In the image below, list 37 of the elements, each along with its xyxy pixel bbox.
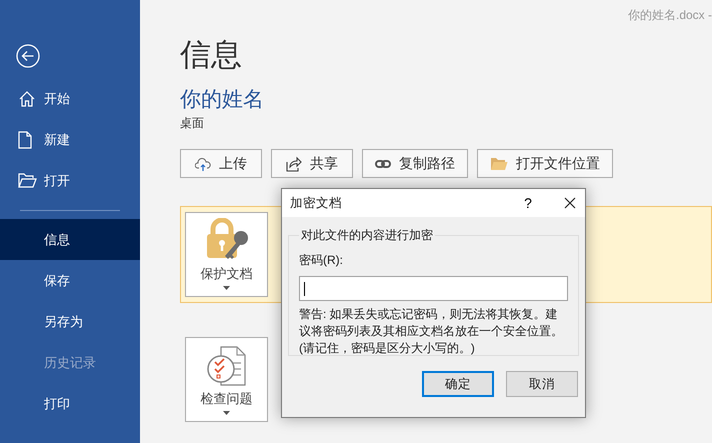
checklist-icon [204, 345, 248, 387]
home-icon [18, 90, 36, 108]
action-button[interactable]: 打开文件位置 [477, 149, 613, 178]
dropdown-button[interactable]: 检查问题 [185, 337, 268, 422]
sidebar-item[interactable]: 信息 [0, 219, 140, 260]
action-button[interactable]: 上传 [180, 149, 262, 178]
sidebar-item[interactable]: 打印 [0, 383, 140, 424]
sidebar-item[interactable]: 另存为 [0, 301, 140, 342]
dialog-title: 加密文档 [290, 194, 343, 212]
folder-icon [490, 156, 508, 170]
password-label: 密码(R): [299, 252, 343, 269]
sidebar-item[interactable]: 新建 [0, 119, 140, 160]
warning-text: 警告: 如果丢失或忘记密码，则无法将其恢复。建议将密码列表及其相应文档名放在一个安全位置。(请记住，密码是区分大小写的。) [299, 306, 564, 357]
window-title: 你的姓名.docx - [628, 7, 712, 24]
help-button[interactable]: ? [507, 195, 549, 211]
sidebar-item[interactable]: 保存 [0, 260, 140, 301]
page-heading: 信息 [180, 36, 243, 74]
back-button[interactable] [16, 44, 40, 68]
password-field[interactable] [299, 276, 568, 301]
share-icon [286, 156, 302, 172]
action-button[interactable]: 复制路径 [362, 149, 468, 178]
sidebar-item[interactable]: 打开 [0, 160, 140, 201]
action-button[interactable]: 共享 [271, 149, 353, 178]
document-name: 你的姓名 [180, 87, 264, 113]
link-icon [375, 158, 391, 168]
caret-icon [223, 286, 230, 290]
folder-icon [18, 173, 37, 188]
document-icon [18, 130, 32, 148]
group-label: 对此文件的内容进行加密 [300, 227, 434, 244]
dialog-button[interactable]: 取消 [506, 371, 578, 397]
cloud-upload-icon [195, 156, 211, 170]
sidebar-item[interactable]: 开始 [0, 78, 140, 119]
dialog-button[interactable]: 确定 [422, 371, 494, 397]
dropdown-button[interactable]: 保护文档 [185, 212, 268, 297]
caret-icon [223, 411, 230, 415]
document-location: 桌面 [180, 115, 204, 132]
close-icon [564, 197, 576, 209]
